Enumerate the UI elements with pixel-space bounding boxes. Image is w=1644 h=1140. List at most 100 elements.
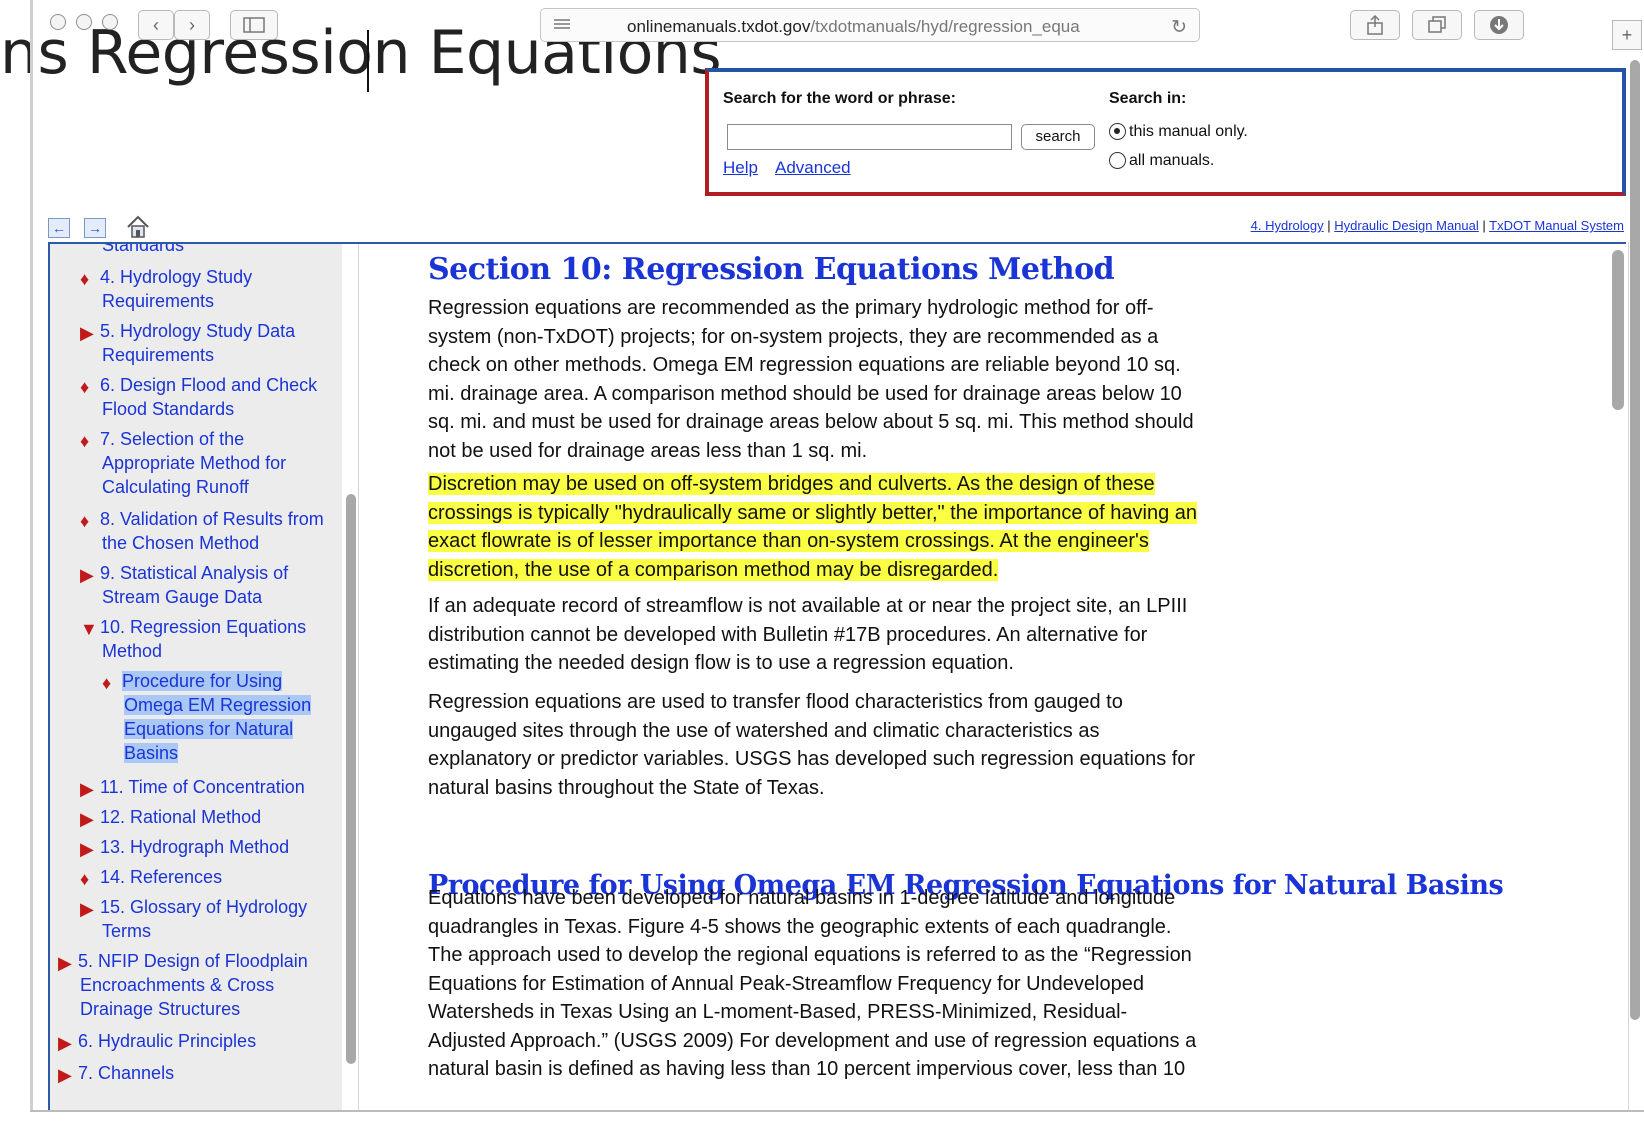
home-icon[interactable] <box>125 214 151 240</box>
toc-item-line[interactable]: Requirements <box>102 342 214 368</box>
breadcrumb-hydraulic-design-manual[interactable]: Hydraulic Design Manual <box>1334 218 1479 233</box>
back-button[interactable]: ‹ <box>138 10 174 40</box>
toc-item-text: 13. Hydrograph Method <box>100 837 290 857</box>
toc-item-text: Stream Gauge Data <box>102 587 263 607</box>
search-input[interactable] <box>727 124 1012 150</box>
toc-item-line[interactable]: Procedure for Using <box>122 668 283 694</box>
toc-marker-icon[interactable]: ♦ <box>80 866 89 892</box>
radio-this-manual-label: this manual only. <box>1129 123 1248 140</box>
toc-item-text: 5. Hydrology Study Data <box>100 321 296 341</box>
search-button[interactable]: search <box>1021 124 1095 150</box>
toc-item-text: 4. Hydrology Study <box>100 267 253 287</box>
toc-item-line[interactable]: 5. NFIP Design of Floodplain <box>78 948 308 974</box>
toc-item-text: 15. Glossary of Hydrology <box>100 897 308 917</box>
content-scroll-divider <box>1628 242 1629 1112</box>
paragraph-line: Regression equations are used to transfe… <box>428 691 1123 713</box>
toc-marker-icon[interactable]: ▶ <box>80 562 94 588</box>
toc-marker-icon[interactable]: ♦ <box>80 374 89 400</box>
forward-button[interactable]: › <box>174 10 210 40</box>
new-tab-button[interactable]: + <box>1612 20 1642 50</box>
toc-marker-icon[interactable]: ▼ <box>80 616 98 642</box>
reader-icon[interactable] <box>553 18 571 32</box>
window-scrollbar-thumb[interactable] <box>1630 60 1640 1020</box>
minimize-window-button[interactable] <box>76 14 92 30</box>
toc-item-line[interactable]: 9. Statistical Analysis of <box>100 560 288 586</box>
downloads-button[interactable] <box>1474 10 1524 40</box>
toc-item-line[interactable]: 5. Hydrology Study Data <box>100 318 295 344</box>
toc-marker-icon[interactable]: ▶ <box>80 320 94 346</box>
toc-item-text: Procedure for Using <box>122 671 283 691</box>
paragraph-line: Discretion may be used on off-system bri… <box>428 470 1248 499</box>
tabs-button[interactable] <box>1412 10 1462 40</box>
toc-marker-icon[interactable]: ▶ <box>80 836 94 862</box>
chevron-left-icon: ‹ <box>153 14 159 35</box>
toc-marker-icon[interactable]: ▶ <box>58 1030 72 1056</box>
toc-item-line[interactable]: Standards <box>102 244 184 258</box>
toc-item-line[interactable]: Stream Gauge Data <box>102 584 262 610</box>
radio-all-manuals-label: all manuals. <box>1129 152 1215 169</box>
reload-icon[interactable]: ↻ <box>1171 16 1187 39</box>
chevron-right-icon: › <box>189 14 195 35</box>
previous-page-button[interactable]: ← <box>48 218 70 238</box>
paragraph-1: Regression equations are recommended as … <box>428 294 1248 465</box>
toc-item-line[interactable]: 15. Glossary of Hydrology <box>100 894 307 920</box>
help-link[interactable]: Help <box>723 158 758 178</box>
toc-item-line[interactable]: Method <box>102 638 162 664</box>
toc-marker-icon[interactable]: ♦ <box>102 670 111 696</box>
toc-marker-icon[interactable]: ▶ <box>58 1062 72 1088</box>
toc-scrollbar-thumb[interactable] <box>346 494 356 1064</box>
paragraph-line: The approach used to develop the regiona… <box>428 944 1192 966</box>
search-panel: Search for the word or phrase: Search in… <box>705 68 1626 196</box>
share-button[interactable] <box>1350 10 1400 40</box>
toc-item-line[interactable]: Requirements <box>102 288 214 314</box>
toc-item-line[interactable]: Omega EM Regression <box>124 692 312 718</box>
toc-marker-icon[interactable]: ▶ <box>58 950 72 976</box>
close-window-button[interactable] <box>50 14 66 30</box>
paragraph-3: If an adequate record of streamflow is n… <box>428 592 1248 678</box>
toc-item-line[interactable]: 10. Regression Equations <box>100 614 306 640</box>
toc-item-line[interactable]: 7. Channels <box>78 1060 174 1086</box>
toc-marker-icon[interactable]: ♦ <box>80 428 89 454</box>
toc-item-line[interactable]: 4. Hydrology Study <box>100 264 252 290</box>
address-bar[interactable]: onlinemanuals.txdot.gov/txdotmanuals/hyd… <box>540 8 1200 42</box>
zoom-window-button[interactable] <box>102 14 118 30</box>
sidebar-button[interactable] <box>230 10 278 40</box>
radio-all-manuals[interactable] <box>1109 152 1126 169</box>
toc-item-line[interactable]: the Chosen Method <box>102 530 259 556</box>
toc-item-line[interactable]: 7. Selection of the <box>100 426 244 452</box>
breadcrumb-txdot-manual-system[interactable]: TxDOT Manual System <box>1489 218 1624 233</box>
toc-item-line[interactable]: Appropriate Method for <box>102 450 286 476</box>
breadcrumb-hydrology[interactable]: 4. Hydrology <box>1251 218 1324 233</box>
toc-item-line[interactable]: 8. Validation of Results from <box>100 506 324 532</box>
paragraph-line: mi. drainage area. A comparison method s… <box>428 382 1182 405</box>
toc-item-line[interactable]: Terms <box>102 918 151 944</box>
toc-marker-icon[interactable]: ♦ <box>80 266 89 292</box>
advanced-link[interactable]: Advanced <box>775 158 851 178</box>
toc-item-line[interactable]: Flood Standards <box>102 396 234 422</box>
tabs-icon <box>1428 16 1446 33</box>
toc-item-line[interactable]: 11. Time of Concentration <box>100 774 305 800</box>
toc-marker-icon[interactable]: ▶ <box>80 776 94 802</box>
next-page-button[interactable]: → <box>84 218 106 238</box>
download-icon <box>1490 16 1508 34</box>
toc-item-line[interactable]: 14. References <box>100 864 222 890</box>
toc-item-line[interactable]: Basins <box>124 740 179 766</box>
content-scrollbar-thumb[interactable] <box>1612 250 1624 410</box>
toc-item-text: 6. Hydraulic Principles <box>78 1031 257 1051</box>
toc-item-line[interactable]: Equations for Natural <box>124 716 294 742</box>
toc-item-line[interactable]: Drainage Structures <box>80 996 240 1022</box>
paragraph-line: discretion, the use of a comparison meth… <box>428 556 1248 585</box>
radio-this-manual[interactable] <box>1109 123 1126 140</box>
toc-item-line[interactable]: 13. Hydrograph Method <box>100 834 289 860</box>
toc-marker-icon[interactable]: ▶ <box>80 896 94 922</box>
toc-item-line[interactable]: Encroachments & Cross <box>80 972 274 998</box>
toc-item-line[interactable]: 12. Rational Method <box>100 804 261 830</box>
toc-marker-icon[interactable]: ▶ <box>80 806 94 832</box>
toc-marker-icon[interactable]: ♦ <box>80 508 89 534</box>
toc-item-text: Flood Standards <box>102 399 235 419</box>
toc-item-line[interactable]: 6. Hydraulic Principles <box>78 1028 256 1054</box>
toc-item-line[interactable]: Calculating Runoff <box>102 474 249 500</box>
toc-item-line[interactable]: 6. Design Flood and Check <box>100 372 317 398</box>
toc-item-text: 5. NFIP Design of Floodplain <box>78 951 308 971</box>
toc-item-text: 7. Channels <box>78 1063 175 1083</box>
